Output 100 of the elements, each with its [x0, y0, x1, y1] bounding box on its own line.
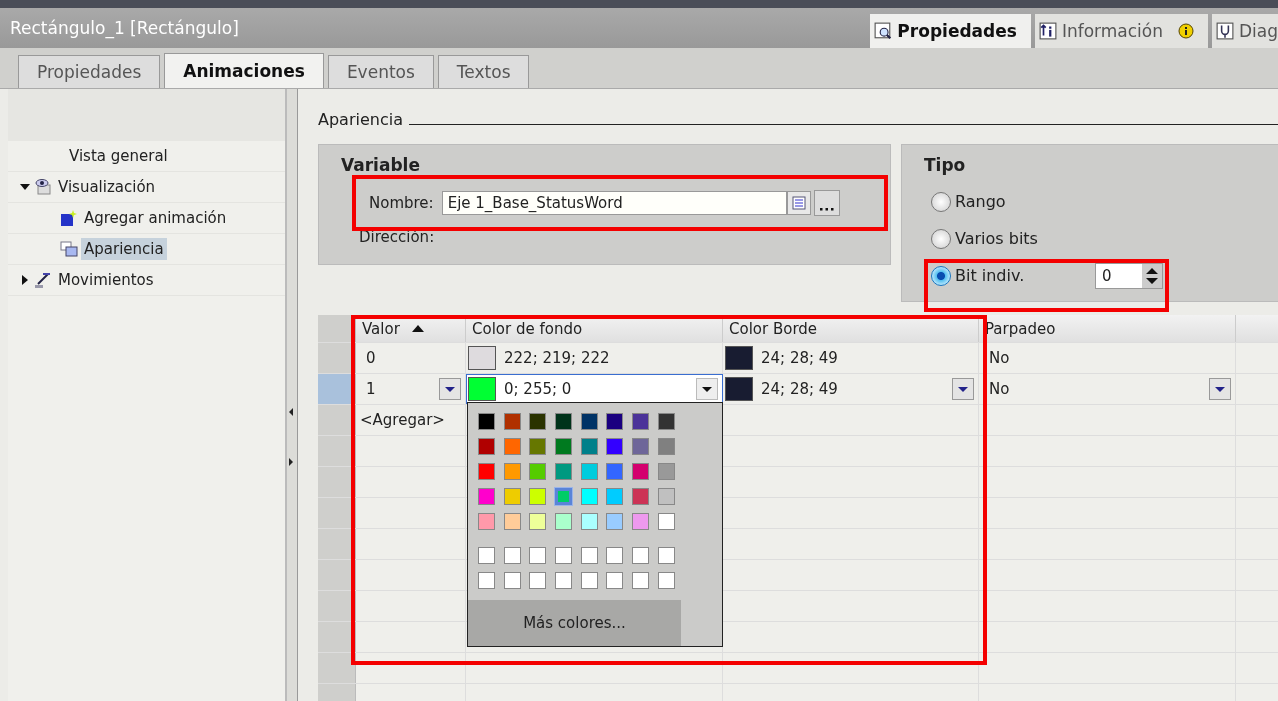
color-swatch[interactable]: [632, 438, 650, 455]
color-swatch[interactable]: [580, 513, 598, 530]
tree-item[interactable]: Agregar animación: [81, 207, 230, 229]
table-cell: No: [989, 349, 1010, 367]
browse-button[interactable]: [813, 190, 840, 216]
tree-item[interactable]: Vista general: [66, 145, 171, 167]
color-swatch[interactable]: [632, 488, 650, 505]
dropdown-button[interactable]: [952, 378, 974, 400]
inspector-tab[interactable]: Propiedades: [870, 14, 1031, 48]
color-swatch[interactable]: [529, 488, 547, 505]
color-swatch[interactable]: [555, 547, 573, 564]
color-swatch[interactable]: [503, 413, 521, 430]
dropdown-button[interactable]: [696, 378, 718, 400]
color-swatch[interactable]: [632, 413, 650, 430]
color-swatch[interactable]: [606, 547, 624, 564]
color-swatch[interactable]: [555, 572, 573, 589]
dropdown-button[interactable]: [439, 378, 461, 400]
column-header[interactable]: Color Borde: [723, 315, 979, 342]
row-header[interactable]: [318, 653, 356, 683]
color-swatch[interactable]: [555, 513, 573, 530]
monitor-eye-icon: [34, 178, 52, 196]
color-swatch[interactable]: [632, 463, 650, 480]
spin-arrows-icon[interactable]: [1142, 263, 1162, 288]
column-header[interactable]: Color de fondo: [466, 315, 723, 342]
dropdown-button[interactable]: [1209, 378, 1231, 400]
input-field[interactable]: Eje 1_Base_StatusWord: [441, 191, 787, 215]
table-cell: No: [989, 380, 1010, 398]
color-swatch[interactable]: [657, 513, 675, 530]
color-swatch[interactable]: [555, 463, 573, 480]
color-swatch[interactable]: [529, 547, 547, 564]
color-swatch[interactable]: [580, 547, 598, 564]
color-swatch[interactable]: [478, 438, 495, 455]
expanded-arrow-icon[interactable]: [20, 182, 30, 192]
color-swatch[interactable]: [657, 488, 675, 505]
color-swatch[interactable]: [503, 572, 521, 589]
color-swatch[interactable]: [657, 572, 675, 589]
color-swatch[interactable]: [529, 413, 547, 430]
color-swatch[interactable]: [529, 513, 547, 530]
inspector-tab[interactable]: Información: [1034, 14, 1208, 48]
spin-field[interactable]: 0: [1095, 262, 1163, 289]
diagnostics-icon: [1215, 22, 1234, 40]
tab[interactable]: Textos: [437, 55, 530, 88]
color-swatch[interactable]: [529, 438, 547, 455]
inspector-tab[interactable]: Diag: [1211, 14, 1278, 48]
column-header[interactable]: Valor: [356, 315, 466, 342]
color-swatch[interactable]: [478, 513, 495, 530]
color-swatch[interactable]: [503, 463, 521, 480]
column-header[interactable]: Parpadeo: [979, 315, 1236, 342]
color-swatch[interactable]: [606, 413, 624, 430]
table-cell: 0; 255; 0: [504, 380, 572, 398]
color-swatch[interactable]: [606, 438, 624, 455]
list-button[interactable]: [786, 191, 811, 215]
radio-button[interactable]: [931, 191, 951, 212]
group-title: Variable: [341, 155, 421, 175]
color-swatch[interactable]: [555, 488, 573, 505]
add-row-link[interactable]: <Agregar>: [360, 411, 445, 429]
more-colors-button[interactable]: Más colores...: [468, 600, 681, 646]
color-swatch[interactable]: [478, 413, 495, 430]
color-swatch[interactable]: [478, 488, 495, 505]
color-swatch[interactable]: [606, 488, 624, 505]
panel-title: Rectángulo_1 [Rectángulo]: [10, 18, 239, 38]
color-swatch[interactable]: [657, 413, 675, 430]
color-swatch[interactable]: [606, 572, 624, 589]
color-swatch[interactable]: [580, 438, 598, 455]
color-swatch[interactable]: [580, 463, 598, 480]
color-swatch[interactable]: [580, 413, 598, 430]
color-swatch[interactable]: [478, 572, 495, 589]
color-swatch[interactable]: [632, 513, 650, 530]
tree-item[interactable]: Visualización: [55, 176, 159, 198]
collapse-arrow-icon[interactable]: [288, 407, 294, 417]
color-swatch[interactable]: [503, 547, 521, 564]
radio-label: Rango: [955, 192, 1007, 211]
color-swatch[interactable]: [555, 413, 573, 430]
color-swatch[interactable]: [503, 488, 521, 505]
color-swatch[interactable]: [657, 547, 675, 564]
tree-item[interactable]: Movimientos: [55, 269, 157, 291]
color-swatch[interactable]: [657, 438, 675, 455]
tree-item[interactable]: Apariencia: [81, 238, 167, 260]
color-swatch[interactable]: [632, 572, 650, 589]
color-swatch[interactable]: [580, 488, 598, 505]
radio-button[interactable]: [931, 265, 951, 286]
color-swatch[interactable]: [606, 463, 624, 480]
color-swatch[interactable]: [606, 513, 624, 530]
color-swatch[interactable]: [503, 513, 521, 530]
expand-arrow-icon[interactable]: [288, 457, 294, 467]
tab[interactable]: Eventos: [327, 55, 434, 88]
collapsed-arrow-icon[interactable]: [20, 275, 30, 285]
color-swatch[interactable]: [580, 572, 598, 589]
color-swatch[interactable]: [503, 438, 521, 455]
color-swatch[interactable]: [478, 547, 495, 564]
color-swatch[interactable]: [478, 463, 495, 480]
overlapping-rectangles-icon: [60, 240, 78, 258]
color-swatch[interactable]: [529, 463, 547, 480]
color-swatch[interactable]: [657, 463, 675, 480]
tab[interactable]: Propiedades: [18, 55, 161, 88]
color-swatch[interactable]: [632, 547, 650, 564]
color-swatch[interactable]: [529, 572, 547, 589]
tab[interactable]: Animaciones: [164, 53, 324, 88]
radio-button[interactable]: [931, 228, 951, 249]
color-swatch[interactable]: [555, 438, 573, 455]
